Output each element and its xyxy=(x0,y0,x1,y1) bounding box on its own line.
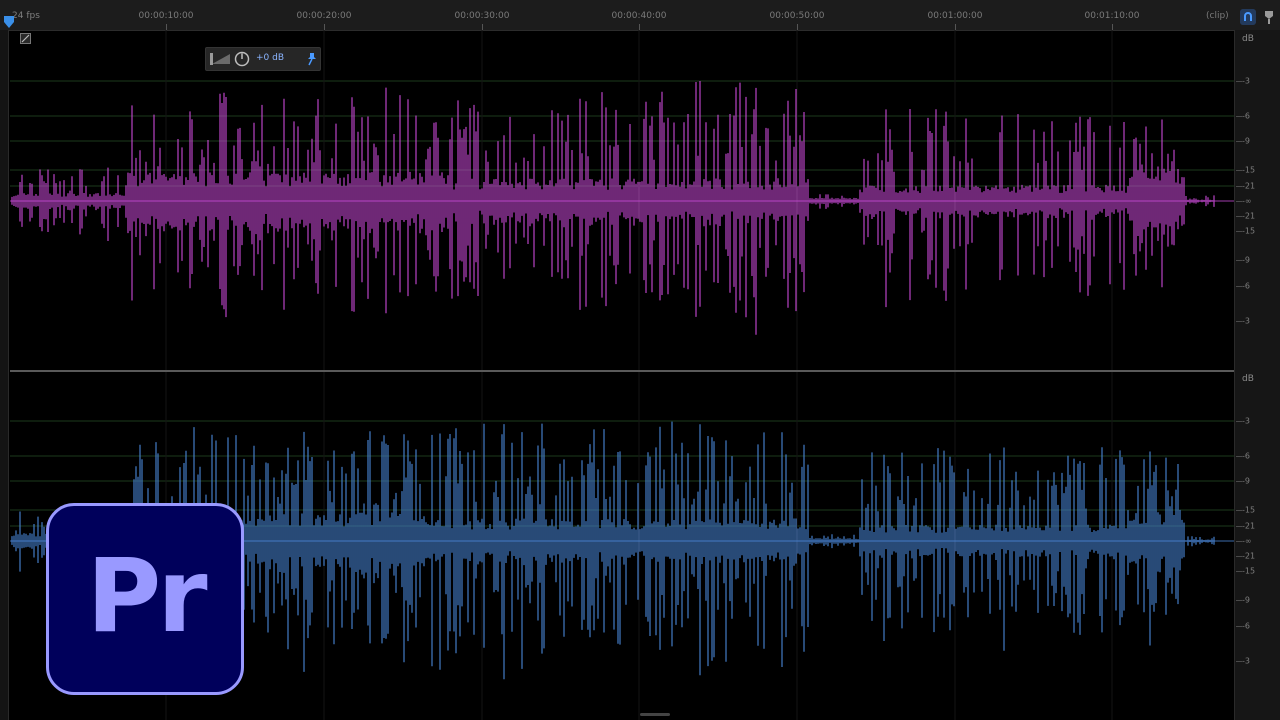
db-unit-label: dB xyxy=(1242,374,1254,384)
db-tick-label: -9 xyxy=(1242,476,1250,486)
scroll-handle[interactable] xyxy=(640,713,670,716)
db-tick-mark xyxy=(1236,510,1242,511)
db-tick-label: -21 xyxy=(1242,211,1256,221)
logo-text: Pr xyxy=(86,537,207,656)
corner-icon[interactable] xyxy=(20,33,31,44)
gain-value: +0 dB xyxy=(256,53,285,63)
db-tick-label: -21 xyxy=(1242,521,1256,531)
db-tick-label: -21 xyxy=(1242,551,1256,561)
db-tick-label: -3 xyxy=(1242,656,1250,666)
channel-divider[interactable] xyxy=(10,370,1234,372)
premiere-pro-logo: Pr xyxy=(46,503,244,695)
db-tick-mark xyxy=(1236,231,1242,232)
playhead-icon[interactable] xyxy=(4,16,14,28)
audio-clip-editor: 24 fps 00:00:10:00 00:00:20:00 00:00:30:… xyxy=(0,0,1280,720)
marker-icon[interactable] xyxy=(1262,9,1276,25)
db-tick-mark xyxy=(1236,626,1242,627)
tick-label: 00:00:40:00 xyxy=(611,11,667,21)
db-tick-label: -3 xyxy=(1242,76,1250,86)
db-tick-label: -3 xyxy=(1242,416,1250,426)
left-edge xyxy=(0,30,9,720)
db-tick-mark xyxy=(1236,421,1242,422)
db-tick-mark xyxy=(1236,260,1242,261)
db-tick-label: -∞ xyxy=(1242,196,1252,206)
db-tick-mark xyxy=(1236,661,1242,662)
gain-knob-icon[interactable] xyxy=(234,51,250,67)
waveform-channel xyxy=(10,81,1234,335)
db-tick-label: -6 xyxy=(1242,281,1250,291)
clip-label: (clip) xyxy=(1206,11,1229,21)
tick-label: 00:00:50:00 xyxy=(769,11,825,21)
tick-label: 00:00:30:00 xyxy=(454,11,510,21)
db-tick-mark xyxy=(1236,541,1242,542)
tick-label: 00:01:10:00 xyxy=(1084,11,1140,21)
gain-slider-icon[interactable] xyxy=(210,53,232,65)
db-tick-mark xyxy=(1236,556,1242,557)
db-tick-mark xyxy=(1236,526,1242,527)
db-tick-mark xyxy=(1236,481,1242,482)
db-tick-label: -9 xyxy=(1242,255,1250,265)
db-tick-mark xyxy=(1236,186,1242,187)
db-tick-label: -15 xyxy=(1242,566,1256,576)
db-tick-label: -∞ xyxy=(1242,536,1252,546)
db-tick-label: -6 xyxy=(1242,621,1250,631)
snap-icon[interactable] xyxy=(1240,9,1256,25)
pin-icon[interactable] xyxy=(306,52,318,66)
db-tick-mark xyxy=(1236,600,1242,601)
time-ruler[interactable]: 24 fps 00:00:10:00 00:00:20:00 00:00:30:… xyxy=(0,0,1280,31)
db-scale xyxy=(1234,30,1280,720)
tick-label: 00:01:00:00 xyxy=(927,11,983,21)
db-tick-mark xyxy=(1236,116,1242,117)
db-tick-label: -3 xyxy=(1242,316,1250,326)
db-tick-mark xyxy=(1236,201,1242,202)
db-tick-mark xyxy=(1236,286,1242,287)
clip-gain-hud[interactable]: +0 dB xyxy=(205,47,321,71)
tick-label: 00:00:10:00 xyxy=(138,11,194,21)
db-tick-mark xyxy=(1236,571,1242,572)
db-tick-mark xyxy=(1236,321,1242,322)
db-tick-mark xyxy=(1236,456,1242,457)
db-tick-label: -9 xyxy=(1242,595,1250,605)
fps-label: 24 fps xyxy=(12,11,40,21)
db-tick-label: -15 xyxy=(1242,165,1256,175)
db-tick-label: -15 xyxy=(1242,505,1256,515)
db-tick-mark xyxy=(1236,170,1242,171)
db-tick-mark xyxy=(1236,141,1242,142)
db-tick-label: -15 xyxy=(1242,226,1256,236)
db-unit-label: dB xyxy=(1242,34,1254,44)
db-tick-label: -6 xyxy=(1242,451,1250,461)
tick-label: 00:00:20:00 xyxy=(296,11,352,21)
db-tick-label: -21 xyxy=(1242,181,1256,191)
db-tick-mark xyxy=(1236,81,1242,82)
db-tick-label: -9 xyxy=(1242,136,1250,146)
db-tick-mark xyxy=(1236,216,1242,217)
db-tick-label: -6 xyxy=(1242,111,1250,121)
